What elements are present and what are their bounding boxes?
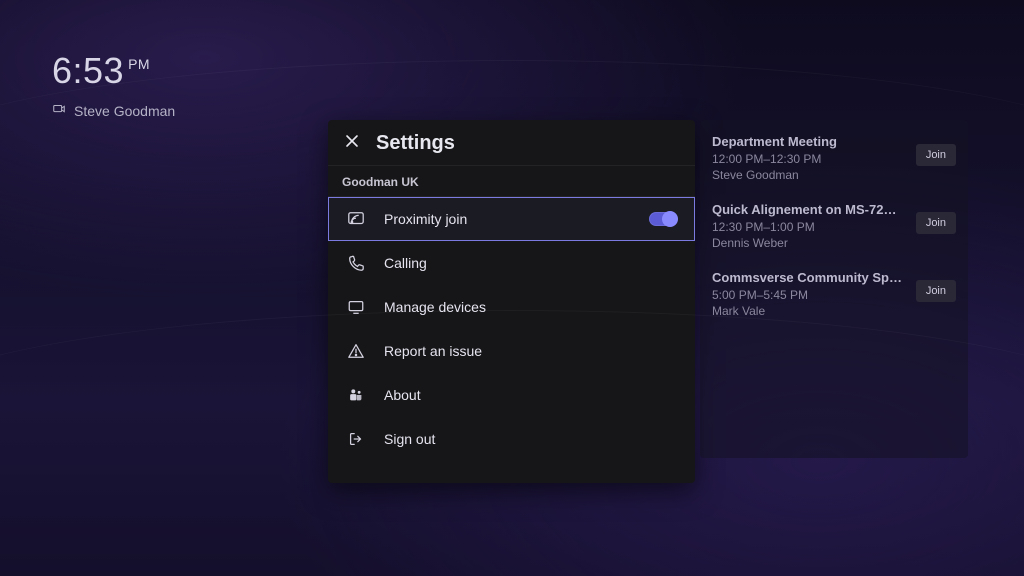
join-button[interactable]: Join [916,212,956,234]
settings-item-report-issue[interactable]: Report an issue [328,329,695,373]
settings-item-label: Manage devices [384,299,677,315]
settings-item-label: About [384,387,677,403]
phone-icon [346,253,366,273]
settings-item-about[interactable]: About [328,373,695,417]
meeting-item: Department Meeting 12:00 PM–12:30 PM Ste… [712,134,956,182]
settings-item-label: Calling [384,255,677,271]
settings-item-label: Report an issue [384,343,677,359]
meetings-panel: Department Meeting 12:00 PM–12:30 PM Ste… [700,120,968,458]
join-button[interactable]: Join [916,144,956,166]
settings-header: Settings [328,120,695,166]
close-button[interactable] [342,134,362,154]
cast-icon [346,209,366,229]
monitor-icon [346,297,366,317]
settings-item-label: Proximity join [384,211,631,227]
settings-title: Settings [376,132,455,155]
meeting-organizer: Mark Vale [712,304,956,318]
meeting-organizer: Steve Goodman [712,168,956,182]
sign-out-icon [346,429,366,449]
settings-item-sign-out[interactable]: Sign out [328,417,695,461]
user-name: Steve Goodman [74,103,175,119]
close-icon [345,134,359,153]
join-button[interactable]: Join [916,280,956,302]
room-icon [52,102,66,119]
clock-time: 6:53 [52,50,124,91]
proximity-join-toggle[interactable] [649,212,677,226]
tenant-label: Goodman UK [328,166,695,197]
meeting-item: Commsverse Community Speakers All H… 5:0… [712,270,956,318]
meeting-title: Department Meeting [712,134,902,149]
settings-item-manage-devices[interactable]: Manage devices [328,285,695,329]
settings-item-label: Sign out [384,431,677,447]
settings-panel: Settings Goodman UK Proximity join Calli… [328,120,695,483]
clock: 6:53PM [52,50,175,92]
settings-item-proximity-join[interactable]: Proximity join [328,197,695,241]
user-row: Steve Goodman [52,102,175,119]
teams-icon [346,385,366,405]
settings-item-calling[interactable]: Calling [328,241,695,285]
clock-block: 6:53PM Steve Goodman [52,50,175,119]
meeting-title: Quick Alignement on MS-720 Course Out… [712,202,902,217]
meeting-organizer: Dennis Weber [712,236,956,250]
clock-ampm: PM [128,56,150,72]
warning-icon [346,341,366,361]
meeting-title: Commsverse Community Speakers All H… [712,270,902,285]
meeting-item: Quick Alignement on MS-720 Course Out… 1… [712,202,956,250]
